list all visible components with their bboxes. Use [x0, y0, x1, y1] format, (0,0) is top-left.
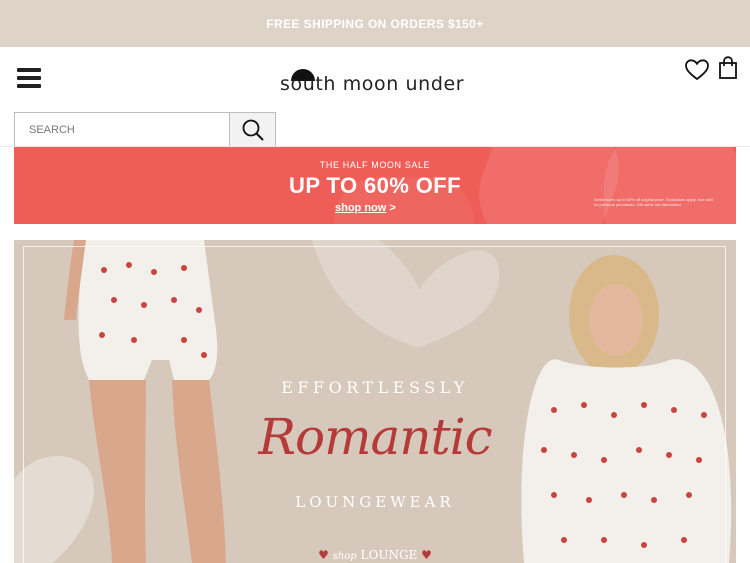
- heart-icon: ♥: [318, 548, 329, 562]
- announcement-text: FREE SHIPPING ON ORDERS $150+: [266, 16, 484, 31]
- cta-shop-text: shop: [332, 551, 357, 562]
- chevron-right-icon: >: [389, 202, 396, 214]
- site-logo[interactable]: south moon under: [280, 69, 470, 99]
- heart-icon: ♥: [421, 548, 432, 562]
- search-icon: [242, 119, 264, 141]
- hero-script-romantic: Romantic: [258, 408, 492, 466]
- hero-banner[interactable]: EFFORTLESSLY Romantic LOUNGEWEAR ♥ shop …: [14, 240, 736, 563]
- menu-icon[interactable]: [17, 68, 41, 88]
- search-input[interactable]: [14, 112, 229, 147]
- shop-now-link[interactable]: shop now >: [335, 202, 396, 214]
- sale-headline: UP TO 60% OFF: [289, 173, 461, 198]
- hero-line-effortlessly: EFFORTLESSLY: [281, 378, 469, 397]
- hero-line-loungewear: LOUNGEWEAR: [295, 493, 455, 511]
- logo-text: south moon under: [280, 73, 465, 95]
- site-header: south moon under: [0, 47, 750, 147]
- sale-kicker: THE HALF MOON SALE: [319, 160, 431, 170]
- sale-fine-print: Select sizes up to 60% off original pric…: [594, 197, 714, 207]
- cta-lounge-text: LOUNGE: [360, 548, 418, 562]
- shopping-bag-icon[interactable]: [718, 56, 738, 80]
- search-bar: [14, 112, 276, 147]
- hero-frame: [23, 246, 726, 563]
- shop-lounge-link[interactable]: ♥ shop LOUNGE ♥: [14, 548, 736, 562]
- announcement-bar: FREE SHIPPING ON ORDERS $150+: [0, 0, 750, 47]
- heart-icon[interactable]: [685, 59, 709, 81]
- sale-banner[interactable]: THE HALF MOON SALE UP TO 60% OFF shop no…: [14, 147, 736, 224]
- search-button[interactable]: [229, 112, 276, 147]
